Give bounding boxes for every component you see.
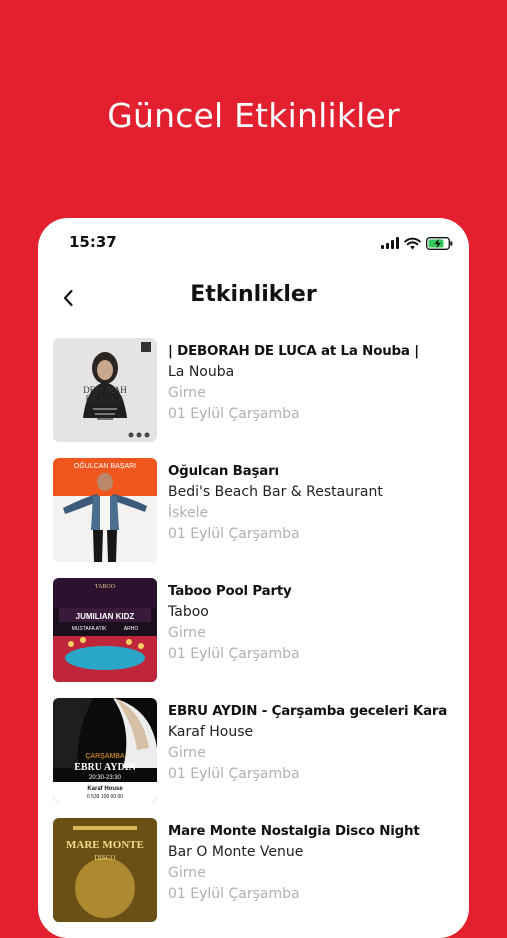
event-poster: TABOO JUMILIAN KIDZ MUSTAFA ATIK ARHO	[53, 578, 157, 682]
poster-text: Karaf House	[87, 786, 123, 792]
event-date: 01 Eylül Çarşamba	[168, 766, 300, 782]
wifi-icon	[404, 237, 421, 249]
poster-text: EBRU AYDIN	[74, 762, 136, 773]
event-poster: OĞULCAN BAŞARI	[53, 458, 157, 562]
event-item[interactable]: MARE MONTE DISCO Mare Monte Nostalgia Di…	[53, 818, 469, 922]
status-icons	[381, 236, 453, 250]
battery-charging-icon	[426, 236, 453, 250]
event-list: DEBORAH DE LUCA | DEBORAH DE LUCA at La …	[53, 338, 469, 938]
poster-text: TABOO	[95, 584, 116, 590]
event-venue: Taboo	[168, 604, 209, 620]
event-city: İskele	[168, 505, 209, 521]
event-title: Mare Monte Nostalgia Disco Night	[168, 824, 420, 839]
event-title: Taboo Pool Party	[168, 584, 292, 599]
event-date: 01 Eylül Çarşamba	[168, 886, 300, 902]
event-title: EBRU AYDIN - Çarşamba geceleri Kara	[168, 704, 448, 719]
event-poster: MARE MONTE DISCO	[53, 818, 157, 922]
event-venue: La Nouba	[168, 364, 235, 380]
event-poster: DEBORAH DE LUCA	[53, 338, 157, 442]
poster-text: ÇARŞAMBA	[85, 753, 125, 760]
event-venue: Karaf House	[168, 724, 254, 740]
poster-text: OĞULCAN BAŞARI	[74, 461, 136, 470]
poster-text: 20:30-23:30	[89, 775, 122, 781]
poster-text: JUMILIAN KIDZ	[76, 612, 135, 621]
event-poster: ÇARŞAMBA EBRU AYDIN 20:30-23:30 Karaf Ho…	[53, 698, 157, 802]
status-time: 15:37	[69, 233, 117, 251]
event-venue: Bedi's Beach Bar & Restaurant	[168, 484, 383, 500]
event-title: | DEBORAH DE LUCA at La Nouba |	[168, 344, 419, 359]
promo-heading: Güncel Etkinlikler	[107, 96, 400, 135]
nav-bar: Etkinlikler	[38, 278, 469, 318]
poster-text: MUSTAFA ATIK	[72, 626, 107, 632]
event-item[interactable]: OĞULCAN BAŞARI Oğulcan Başarı Bedi's Bea…	[53, 458, 469, 562]
poster-text: ARHO	[124, 626, 139, 632]
event-city: Girne	[168, 865, 206, 881]
phone-screen: 15:37 Etkinlikler DEBORAH DE LUCA | DEBO…	[38, 218, 469, 938]
event-city: Girne	[168, 745, 206, 761]
event-date: 01 Eylül Çarşamba	[168, 646, 300, 662]
poster-text: DE LUCA	[86, 394, 125, 404]
event-city: Girne	[168, 625, 206, 641]
status-bar: 15:37	[38, 232, 469, 254]
signal-icon	[381, 237, 399, 249]
event-city: Girne	[168, 385, 206, 401]
poster-text: DISCO	[94, 854, 115, 862]
event-item[interactable]: ÇARŞAMBA EBRU AYDIN 20:30-23:30 Karaf Ho…	[53, 698, 469, 802]
event-item[interactable]: DEBORAH DE LUCA | DEBORAH DE LUCA at La …	[53, 338, 469, 442]
event-date: 01 Eylül Çarşamba	[168, 526, 300, 542]
page-title: Etkinlikler	[190, 282, 317, 307]
event-venue: Bar O Monte Venue	[168, 844, 304, 860]
event-date: 01 Eylül Çarşamba	[168, 406, 300, 422]
poster-text: MARE MONTE	[66, 839, 144, 851]
event-item[interactable]: TABOO JUMILIAN KIDZ MUSTAFA ATIK ARHO Ta…	[53, 578, 469, 682]
poster-text: 0 539 109 00 00	[87, 794, 123, 800]
event-title: Oğulcan Başarı	[168, 464, 279, 479]
